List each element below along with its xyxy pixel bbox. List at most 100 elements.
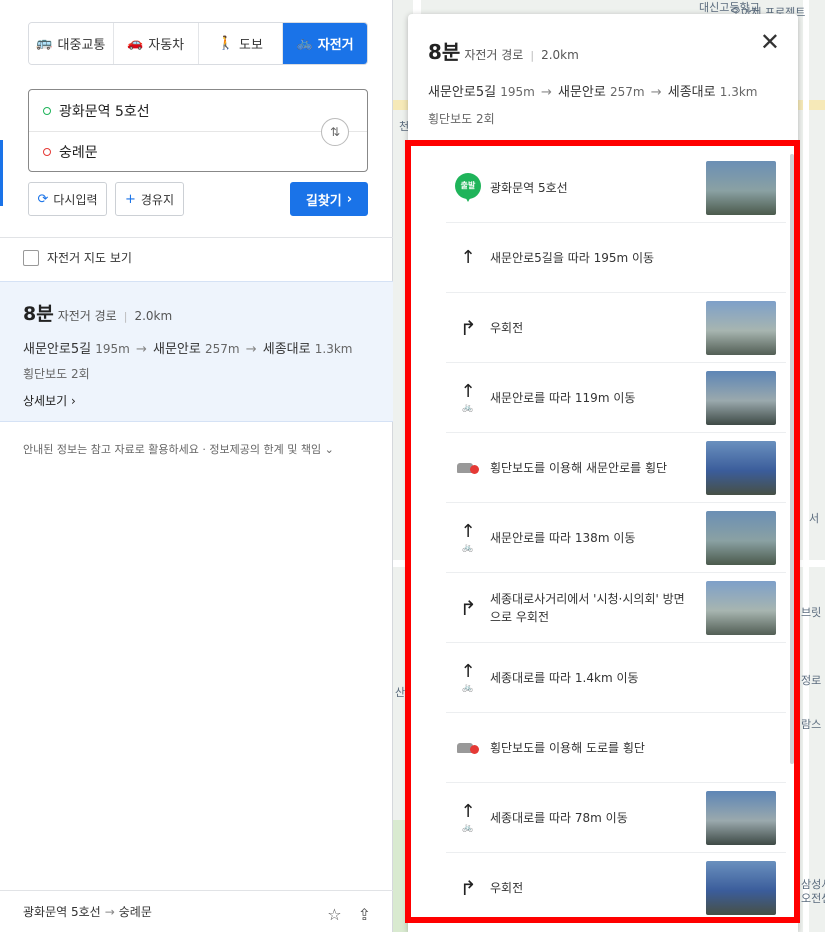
map-label: 산 [395,686,406,699]
route-step[interactable]: ↑ 🚲 새문안로를 따라 119m 이동 [446,363,786,433]
street-view-thumbnail[interactable] [706,580,776,635]
route-step[interactable]: ↑ 새문안로5길을 따라 195m 이동 [446,223,786,293]
street-view-thumbnail[interactable] [706,440,776,495]
map-label: 오전센 [801,892,825,905]
step-text: 광화문역 5호선 [490,180,568,195]
bicycle-icon: 🚲 [462,542,474,553]
checkbox[interactable] [23,249,39,266]
straight-arrow-icon: ↑ 🚲 [460,800,476,833]
step-text: 횡단보도를 이용해 새문안로를 횡단 [490,460,668,475]
route-step[interactable]: ↱ 우회전 [446,293,786,363]
close-icon: ✕ [759,28,780,56]
refresh-icon: ⟳ [37,191,49,207]
street-view-thumbnail[interactable] [706,160,776,215]
bicycle-icon: 🚲 [462,822,474,833]
straight-arrow-icon: ↑ 🚲 [460,660,476,693]
route-type: 자전거 경로 [57,309,117,323]
add-waypoint-button[interactable]: + 경유지 [115,182,184,216]
straight-arrow-icon: ↑ 🚲 [460,520,476,553]
step-text: 세종대로를 따라 78m 이동 [490,810,628,825]
reset-button[interactable]: ⟳ 다시입력 [28,182,107,216]
destination-dot-icon [43,148,51,156]
step-text: 세종대로를 따라 1.4km 이동 [490,670,639,685]
bicycle-icon: 🚲 [462,682,474,693]
street-view-thumbnail[interactable] [706,861,776,915]
walk-icon: 🚶 [217,36,234,51]
turn-right-icon: ↱ [459,876,477,900]
separator: | [123,310,128,323]
step-text: 새문안로를 따라 119m 이동 [490,390,636,405]
bottom-route-bar: 광화문역 5호선 → 숭례문 ☆ ⇪ [0,890,393,932]
origin-field[interactable]: 광화문역 5호선 [29,90,367,131]
search-route-button[interactable]: 길찾기 › [290,182,368,216]
route-step[interactable]: ↑ 🚲 새문안로를 따라 138m 이동 [446,503,786,573]
detail-link[interactable]: 상세보기 › [23,392,76,409]
tab-walk[interactable]: 🚶 도보 [198,23,284,64]
map-label: 람스 [801,718,822,731]
directions-panel: 🚌 대중교통 🚗 자동차 🚶 도보 🚲 자전거 광화문역 5호선 숭례문 ⇅ ⟳ 다시입력… [0,0,393,932]
swap-arrows-icon: ⇅ [329,125,341,139]
route-step[interactable]: 횡단보도를 이용해 새문안로를 횡단 [446,433,786,503]
tab-car[interactable]: 🚗 자동차 [113,23,199,64]
destination-field[interactable]: 숭례문 [29,131,367,172]
transport-mode-tabs: 🚌 대중교통 🚗 자동차 🚶 도보 🚲 자전거 [28,22,368,65]
detail-header: 8분 자전거 경로 | 2.0km 새문안로5길 195m → 새문안로 257… [408,14,798,144]
separator: | [530,49,535,62]
share-icon[interactable]: ⇪ [358,905,371,924]
bicycle-icon: 🚲 [462,402,474,413]
route-step[interactable]: ↱ 우회전 [446,853,786,923]
disclaimer-link[interactable]: 안내된 정보는 참고 자료로 활용하세요 · 정보제공의 한계 및 책임 ⌄ [23,441,334,457]
crosswalk-count: 횡단보도 2회 [428,112,495,126]
crosswalk-count: 횡단보도 2회 [23,367,90,381]
bicycle-icon: 🚲 [296,36,313,51]
straight-arrow-icon: ↑ 🚲 [460,380,476,413]
step-list: 출발 광화문역 5호선 ↑ 새문안로5길을 따라 195m 이동 ↱ 우회전 ↑ 🚲 새문안로를… [446,153,786,923]
star-icon[interactable]: ☆ [327,905,341,924]
origin-dot-icon [43,106,51,115]
route-input-box: 광화문역 5호선 숭례문 ⇅ [28,89,368,172]
route-segments: 새문안로5길 195m → 새문안로 257m → 세종대로 1.3km [428,85,758,100]
route-step[interactable]: ↑ 🚲 세종대로를 따라 1.4km 이동 [446,643,786,713]
route-step[interactable]: 출발 광화문역 5호선 [446,153,786,223]
route-step[interactable]: ↑ 🚲 세종대로를 따라 78m 이동 [446,783,786,853]
crosswalk-icon [446,461,490,475]
car-icon: 🚗 [127,36,144,51]
panel-edge-indicator [0,140,3,206]
route-distance: 2.0km [134,309,173,323]
step-text: 새문안로5길을 따라 195m 이동 [490,250,655,265]
route-summary-card[interactable]: 8분 자전거 경로 | 2.0km 새문안로5길 195m → 새문안로 257… [0,281,393,422]
swap-route-button[interactable]: ⇅ [321,118,349,146]
map-road [803,0,809,932]
chevron-right-icon: › [346,191,353,207]
tab-transit[interactable]: 🚌 대중교통 [29,23,114,64]
turn-right-icon: ↱ [459,595,477,620]
map-label: 브릿 [801,606,822,619]
step-text: 세종대로사거리에서 '시청·시의회' 방면으로 우회전 [490,591,685,624]
map-label: 서 [809,512,820,525]
bike-map-toggle[interactable]: 자전거 지도 보기 [23,249,132,266]
close-button[interactable]: ✕ [760,28,780,56]
route-step[interactable]: 횡단보도를 이용해 도로를 횡단 [446,713,786,783]
turn-right-icon: ↱ [459,315,477,340]
route-distance: 2.0km [541,48,579,62]
street-view-thumbnail[interactable] [706,370,776,425]
street-view-thumbnail[interactable] [706,300,776,355]
bus-icon: 🚌 [36,36,53,51]
route-time: 8분 [23,303,54,325]
route-time: 8분 [428,40,461,64]
route-type: 자전거 경로 [464,48,524,62]
tab-bicycle[interactable]: 🚲 자전거 [283,23,367,64]
straight-arrow-icon: ↑ [460,246,476,268]
step-text: 우회전 [490,320,524,335]
route-segments: 새문안로5길 195m → 새문안로 257m → 세종대로 1.3km [23,342,353,357]
map-label: 정로 [801,674,822,687]
step-text: 우회전 [490,881,524,895]
chevron-down-icon: ⌄ [324,443,334,456]
street-view-thumbnail[interactable] [706,510,776,565]
start-pin-icon: 출발 [446,172,490,203]
plus-icon: + [124,191,136,207]
street-view-thumbnail[interactable] [706,790,776,845]
route-step[interactable]: ↱ 세종대로사거리에서 '시청·시의회' 방면으로 우회전 [446,573,786,643]
scrollbar[interactable] [790,154,794,764]
step-text: 새문안로를 따라 138m 이동 [490,530,636,545]
